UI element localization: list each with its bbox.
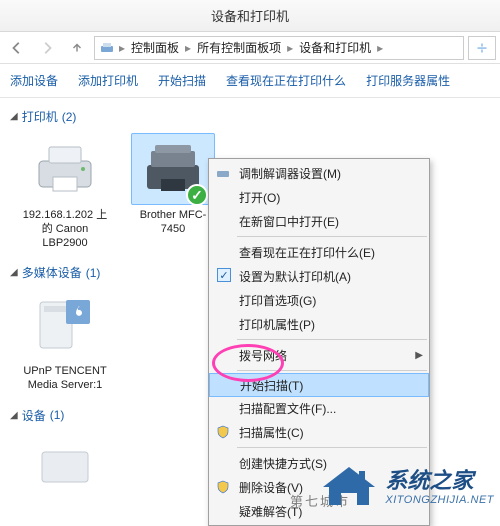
devices-printers-icon (99, 40, 115, 56)
toolbar-add-device[interactable]: 添加设备 (10, 72, 58, 89)
device-item-selected[interactable]: ✓ Brother MFC-7450 (128, 133, 218, 250)
menu-scan-properties[interactable]: 扫描属性(C) (209, 420, 429, 444)
modem-icon (215, 165, 231, 181)
menu-separator (237, 370, 427, 371)
breadcrumb-item[interactable]: 设备和打印机 (297, 39, 373, 56)
device-item[interactable]: UPnP TENCENT Media Server:1 (20, 289, 110, 393)
menu-separator (237, 447, 427, 448)
group-label: 多媒体设备 (22, 264, 82, 281)
device-label: UPnP TENCENT Media Server:1 (20, 365, 110, 393)
search-input[interactable] (468, 36, 496, 60)
breadcrumb-item[interactable]: 控制面板 (129, 39, 181, 56)
menu-modem-settings[interactable]: 调制解调器设置(M) (209, 161, 429, 185)
toolbar-add-printer[interactable]: 添加打印机 (78, 72, 138, 89)
generic-device-icon (23, 432, 107, 504)
shield-icon (215, 479, 231, 495)
mfc-printer-icon: ✓ (131, 133, 215, 205)
chevron-right-icon: ▸ (183, 41, 193, 55)
menu-print-preferences[interactable]: 打印首选项(G) (209, 288, 429, 312)
group-label: 打印机 (22, 108, 58, 125)
group-label: 设备 (22, 407, 46, 424)
collapse-icon: ◢ (10, 410, 18, 421)
menu-set-default-printer[interactable]: ✓ 设置为默认打印机(A) (209, 264, 429, 288)
chevron-right-icon: ▸ (117, 41, 127, 55)
nav-up-button[interactable] (64, 35, 90, 61)
window-title: 设备和打印机 (211, 6, 289, 25)
menu-dial-network[interactable]: 拨号网络 ▶ (209, 343, 429, 367)
group-header-printers[interactable]: ◢ 打印机 (2) (10, 108, 490, 125)
media-server-icon (23, 289, 107, 361)
menu-open-new-window[interactable]: 在新窗口中打开(E) (209, 209, 429, 233)
device-item[interactable] (20, 432, 110, 508)
brand-cn: 系统之家 (385, 469, 494, 493)
window-titlebar: 设备和打印机 (0, 0, 500, 32)
brand-watermark: 系统之家 XITONGZHIJIA.NET (319, 463, 494, 512)
toolbar: 添加设备 添加打印机 开始扫描 查看现在正在打印什么 打印服务器属性 (0, 64, 500, 98)
submenu-arrow-icon: ▶ (415, 350, 423, 361)
printer-icon (23, 133, 107, 205)
default-check-icon: ✓ (186, 184, 208, 206)
address-bar: ▸ 控制面板 ▸ 所有控制面板项 ▸ 设备和打印机 ▸ (0, 32, 500, 64)
group-count: (1) (50, 408, 65, 422)
house-icon (319, 463, 379, 512)
group-count: (2) (62, 110, 77, 124)
collapse-icon: ◢ (10, 111, 18, 122)
menu-printer-properties[interactable]: 打印机属性(P) (209, 312, 429, 336)
chevron-right-icon: ▸ (285, 41, 295, 55)
shield-icon (215, 424, 231, 440)
check-icon: ✓ (217, 268, 231, 282)
device-label: Brother MFC-7450 (128, 209, 218, 237)
brand-en: XITONGZHIJIA.NET (385, 494, 494, 506)
collapse-icon: ◢ (10, 267, 18, 278)
nav-forward-button[interactable] (34, 35, 60, 61)
menu-separator (237, 339, 427, 340)
breadcrumb-item[interactable]: 所有控制面板项 (195, 39, 283, 56)
menu-separator (237, 236, 427, 237)
device-item[interactable]: 192.168.1.202 上的 Canon LBP2900 (20, 133, 110, 250)
nav-back-button[interactable] (4, 35, 30, 61)
toolbar-see-printing[interactable]: 查看现在正在打印什么 (226, 72, 346, 89)
toolbar-server-props[interactable]: 打印服务器属性 (366, 72, 450, 89)
group-count: (1) (86, 266, 101, 280)
device-label: 192.168.1.202 上的 Canon LBP2900 (20, 209, 110, 250)
toolbar-start-scan[interactable]: 开始扫描 (158, 72, 206, 89)
breadcrumb[interactable]: ▸ 控制面板 ▸ 所有控制面板项 ▸ 设备和打印机 ▸ (94, 36, 464, 60)
menu-open[interactable]: 打开(O) (209, 185, 429, 209)
menu-see-print-jobs[interactable]: 查看现在正在打印什么(E) (209, 240, 429, 264)
chevron-right-icon: ▸ (375, 41, 385, 55)
menu-scan-profiles[interactable]: 扫描配置文件(F)... (209, 396, 429, 420)
menu-start-scan[interactable]: 开始扫描(T) (209, 373, 429, 397)
